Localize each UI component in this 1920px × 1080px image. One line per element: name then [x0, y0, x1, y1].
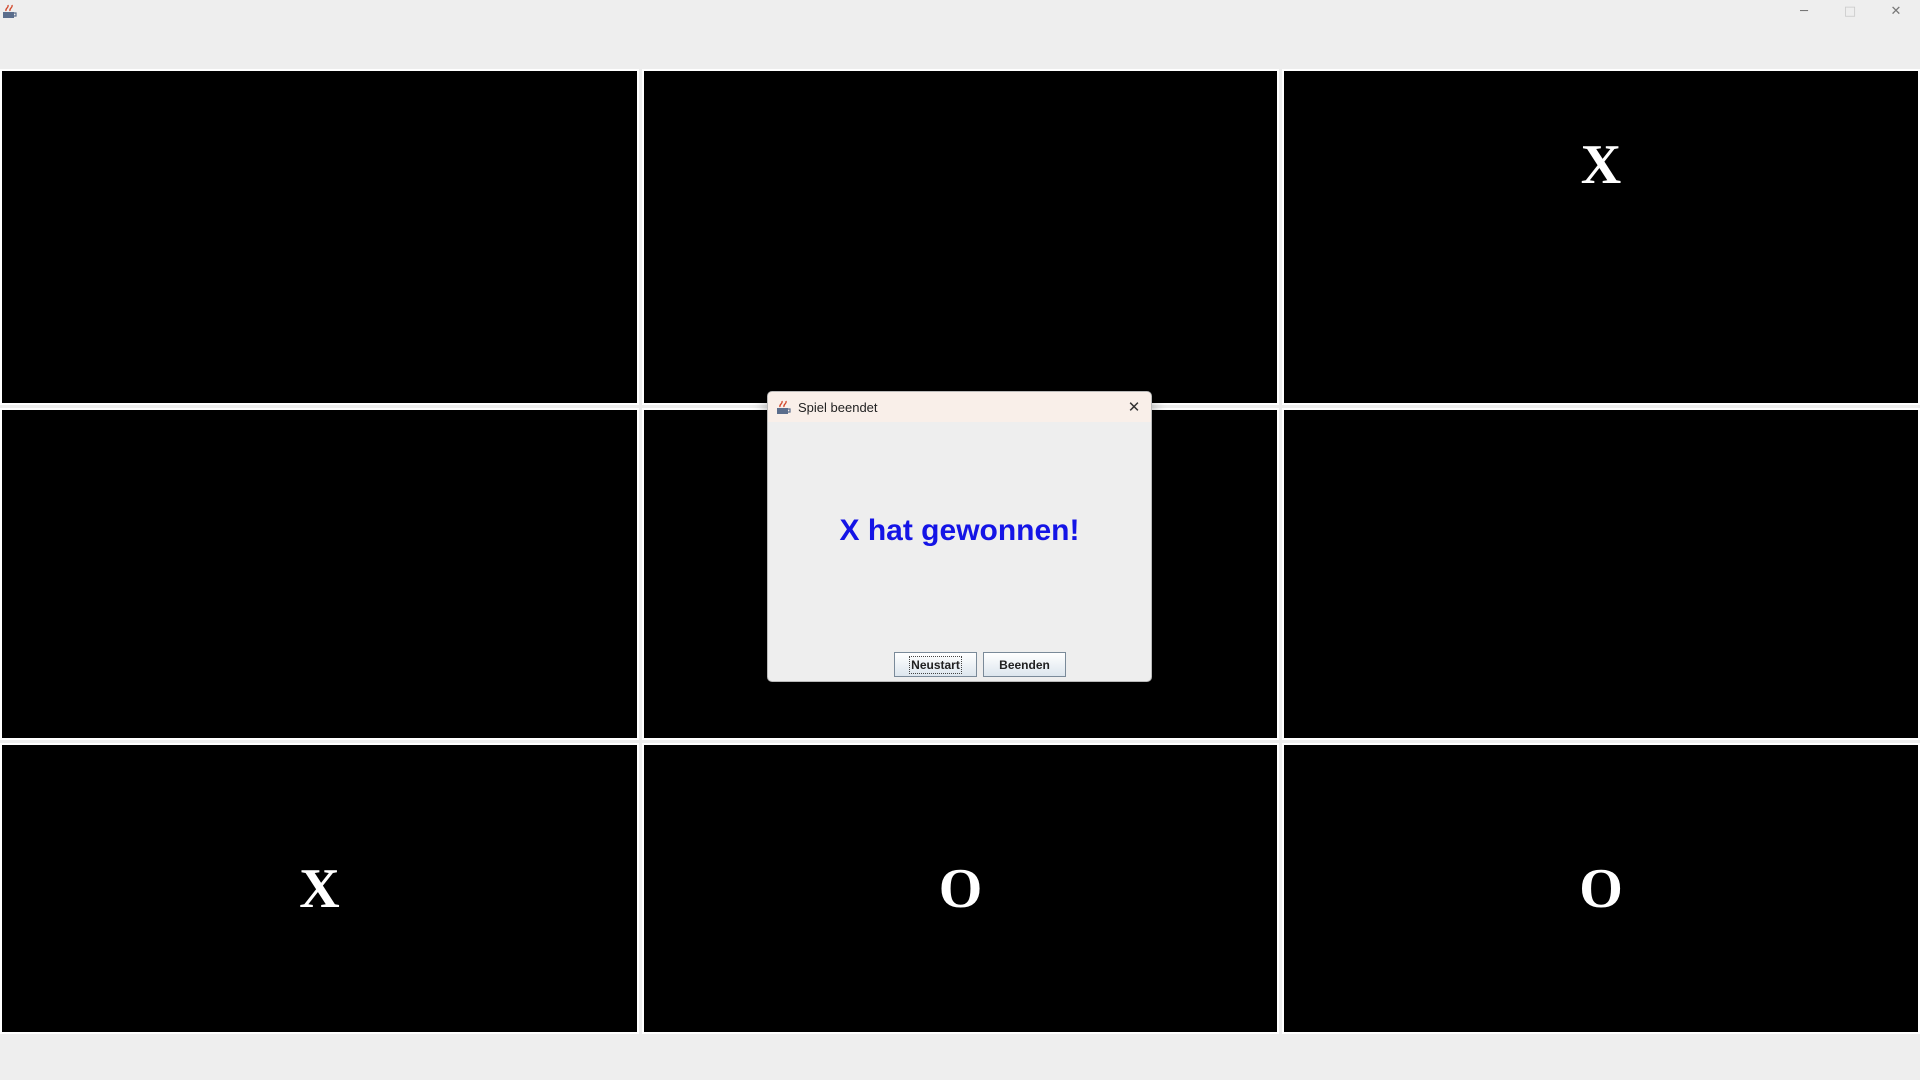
board-cell-1[interactable] [0, 69, 639, 405]
minimize-button[interactable]: ─ [1781, 0, 1827, 22]
java-cup-icon [777, 400, 791, 414]
board-cell-3[interactable]: X [1282, 69, 1920, 405]
cell-mark: X [1580, 134, 1622, 196]
dialog-title-bar: Spiel beendet ✕ [768, 392, 1151, 422]
dialog-close-button[interactable]: ✕ [1121, 394, 1147, 420]
winner-message: X hat gewonnen! [839, 514, 1080, 547]
cell-mark: X [299, 857, 340, 920]
quit-button-label: Beenden [999, 657, 1050, 672]
minimize-icon: ─ [1800, 3, 1808, 19]
maximize-icon: □ [1843, 3, 1857, 19]
close-icon: ✕ [1890, 3, 1902, 19]
game-over-dialog: Spiel beendet ✕ X hat gewonnen! Neustart… [767, 391, 1152, 682]
maximize-button[interactable]: □ [1827, 0, 1873, 22]
cell-mark: O [1579, 857, 1623, 920]
board-cell-6[interactable] [1282, 408, 1920, 740]
board-cell-7[interactable]: X [0, 743, 639, 1034]
close-icon: ✕ [1127, 398, 1141, 416]
dialog-button-row: Neustart Beenden [768, 652, 1151, 677]
board-cell-9[interactable]: O [1282, 743, 1920, 1034]
board-cell-2[interactable] [642, 69, 1279, 405]
cell-mark: O [938, 857, 983, 920]
board-cell-4[interactable] [0, 408, 639, 740]
restart-button[interactable]: Neustart [894, 652, 977, 677]
close-window-button[interactable]: ✕ [1873, 0, 1919, 22]
window-title-bar: ─ □ ✕ [0, 0, 1920, 24]
java-cup-icon [3, 4, 17, 18]
dialog-title: Spiel beendet [798, 400, 878, 415]
board-cell-8[interactable]: O [642, 743, 1279, 1034]
restart-button-label: Neustart [909, 655, 962, 674]
quit-button[interactable]: Beenden [983, 652, 1066, 677]
